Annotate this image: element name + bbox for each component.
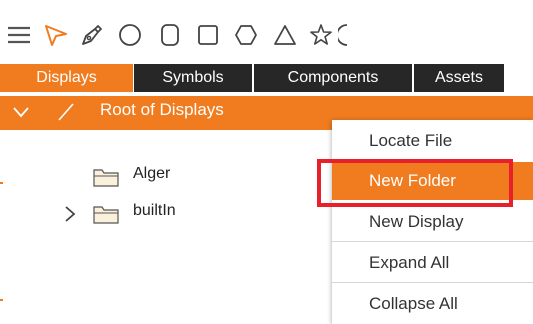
tab-label: Symbols — [162, 69, 224, 86]
circle-icon[interactable] — [113, 18, 147, 52]
menu-item-label: Locate File — [369, 131, 453, 150]
toolbar — [0, 0, 533, 62]
tab-label: Displays — [36, 69, 97, 86]
pointer-arrow-icon[interactable] — [39, 18, 73, 52]
annotation-highlight-box — [317, 159, 513, 207]
tab-label: Assets — [434, 69, 483, 86]
chevron-right-icon[interactable] — [64, 205, 76, 228]
edge-marker — [0, 182, 3, 184]
hamburger-menu-icon[interactable] — [2, 18, 36, 52]
menu-item-label: New Display — [369, 212, 464, 231]
menu-separator — [332, 282, 533, 283]
hexagon-icon[interactable] — [229, 18, 263, 52]
edge-marker — [0, 299, 3, 301]
menu-item-new-display[interactable]: New Display — [332, 203, 533, 241]
rounded-rectangle-icon[interactable] — [153, 18, 187, 52]
rectangle-icon[interactable] — [191, 18, 225, 52]
tab-label: Components — [287, 69, 379, 86]
tab-symbols[interactable]: Symbols — [134, 64, 252, 92]
menu-item-locate-file[interactable]: Locate File — [332, 122, 533, 160]
chevron-down-icon[interactable] — [12, 105, 30, 123]
tab-components[interactable]: Components — [254, 64, 412, 92]
menu-item-expand-all[interactable]: Expand All — [332, 244, 533, 282]
triangle-icon[interactable] — [268, 18, 302, 52]
tree-item-alger[interactable]: Alger — [93, 164, 313, 194]
menu-item-label: Collapse All — [369, 294, 458, 313]
tree-item-label: Alger — [133, 165, 171, 182]
menu-item-label: Expand All — [369, 253, 450, 272]
tab-assets[interactable]: Assets — [414, 64, 504, 92]
menu-item-collapse-all[interactable]: Collapse All — [332, 285, 533, 323]
tree-item-label: builtIn — [133, 202, 176, 219]
folder-icon — [93, 167, 119, 192]
star-icon[interactable] — [304, 18, 338, 52]
more-tools-icon[interactable] — [338, 18, 348, 52]
tree-root-label: Root of Displays — [100, 100, 224, 119]
context-menu: Locate File New Folder New Display Expan… — [332, 120, 533, 324]
pen-tool-icon[interactable] — [75, 18, 109, 52]
tree-item-builtin[interactable]: builtIn — [56, 200, 316, 230]
slash-divider-icon — [56, 103, 76, 126]
tab-bar: Displays Symbols Components Assets — [0, 62, 533, 94]
tab-displays[interactable]: Displays — [0, 64, 133, 92]
menu-separator — [332, 241, 533, 242]
folder-icon — [93, 204, 119, 229]
